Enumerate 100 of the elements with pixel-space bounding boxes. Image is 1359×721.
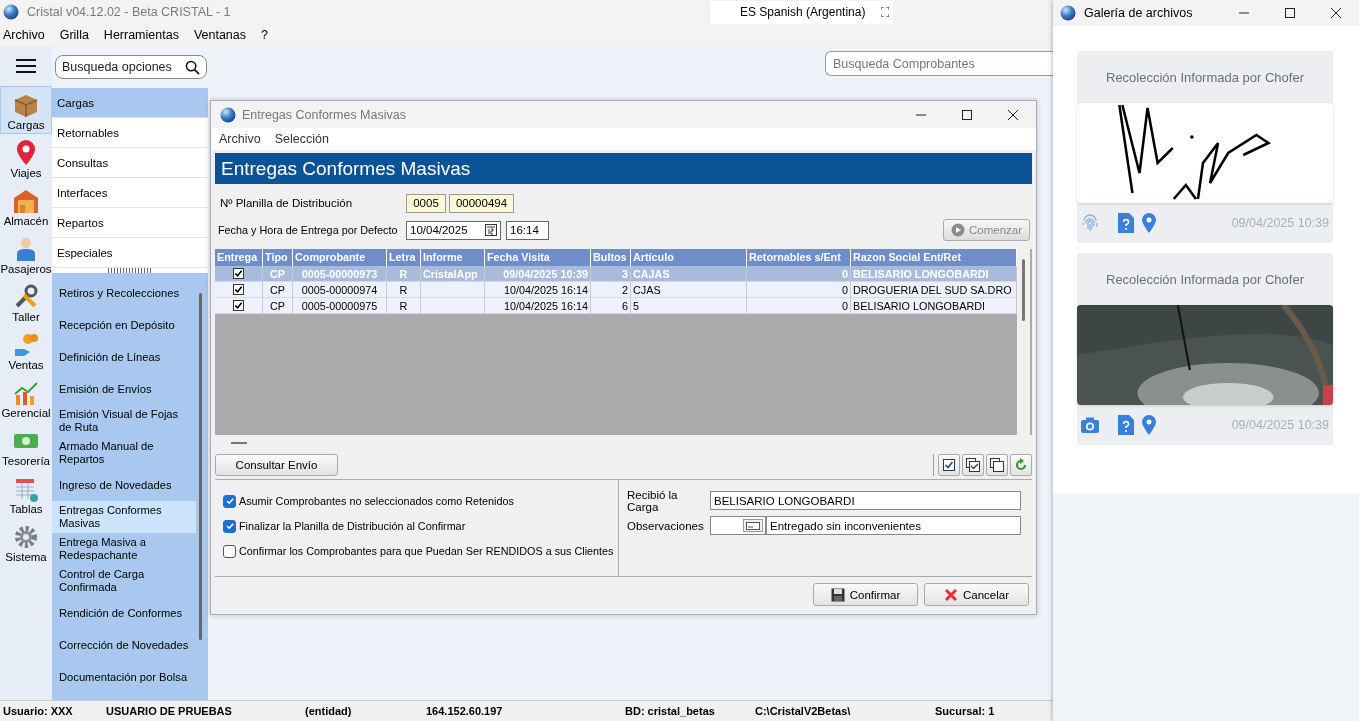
table-cell: 0 <box>842 283 848 296</box>
number-field[interactable]: 00000494 <box>449 193 514 213</box>
gallery-globe-icon <box>1060 5 1076 21</box>
table-cell: 3 <box>622 267 628 280</box>
language-indicator[interactable]: ES Spanish (Argentina) <box>710 0 893 24</box>
table-row[interactable]: CP 0005-00000975 R 10/04/2025 16:14 6 5 0 BELISARIO LONGOBARDI <box>215 298 1017 314</box>
submenu-item[interactable]: Corrección de Novedades <box>52 629 196 661</box>
module-button[interactable]: Cargas <box>0 86 52 134</box>
menu-item[interactable]: Archivo <box>219 132 261 146</box>
module-button[interactable]: Ventas <box>0 326 52 374</box>
date-field[interactable]: 10/04/2025 <box>406 220 501 240</box>
window-title: Cristal v04.12.02 - Beta CRISTAL - 1 <box>27 5 231 19</box>
module-button[interactable]: Gerencial <box>0 374 52 422</box>
submenu-item[interactable]: Control de Carga Confirmada <box>52 565 196 597</box>
submenu-item[interactable]: Entrega Masiva a Redespachante <box>52 533 196 565</box>
checkbox-option[interactable]: Confirmar los Comprobantes para que Puedan Ser RENDIDOS a sus Clientes <box>223 542 614 560</box>
lookup-field[interactable] <box>710 516 766 535</box>
table-cell: 0 <box>842 267 848 280</box>
checkbox[interactable] <box>223 544 236 558</box>
save-icon <box>830 587 845 602</box>
status-text: C:\CristalV2Betas\ <box>754 705 852 717</box>
module-button[interactable]: Tablas <box>0 470 52 518</box>
splitter-handle[interactable] <box>231 442 247 444</box>
coins-icon <box>12 331 40 359</box>
table-cell: 0005-00000973 <box>301 267 378 280</box>
table-cell: 2 <box>622 283 628 296</box>
menu-item[interactable]: Archivo <box>3 28 45 42</box>
menu-item[interactable]: Ventanas <box>193 28 247 42</box>
submenu-item[interactable]: Rendición de Conformes <box>52 597 196 629</box>
checkbox[interactable] <box>233 284 244 295</box>
submenu-item[interactable]: Documentación por Bolsa <box>52 661 196 693</box>
category-item[interactable]: Retornables <box>52 118 208 148</box>
menu-icon <box>16 59 36 73</box>
card-title: Recolección Informada por Chofer <box>1106 69 1304 85</box>
bar-chart-icon <box>12 379 40 407</box>
field-label: Nº Planilla de Distribución <box>219 197 354 209</box>
table-cell: 09/04/2025 10:39 <box>503 267 588 280</box>
submenu-item[interactable]: Emisión de Envíos <box>52 373 196 405</box>
submenu-item[interactable]: Armado Manual de Repartos <box>52 437 196 469</box>
status-text: BD: cristal_betas <box>624 705 716 717</box>
submenu-item[interactable]: Definición de Líneas <box>52 341 196 373</box>
menu-item[interactable]: ? <box>261 28 268 42</box>
file-question-icon[interactable] <box>1118 213 1134 233</box>
copy-button[interactable] <box>986 454 1008 476</box>
map-pin-icon[interactable] <box>1142 213 1156 233</box>
submenu-item[interactable]: Emisión Visual de Fojas de Ruta <box>52 405 196 437</box>
consult-button[interactable]: Consultar Envío <box>215 454 338 476</box>
module-button[interactable]: Sistema <box>0 518 52 566</box>
series-field[interactable]: 0005 <box>406 193 446 213</box>
file-question-icon[interactable] <box>1118 415 1134 435</box>
copy-icon <box>990 458 1004 472</box>
checkbox[interactable] <box>233 268 244 279</box>
submenu-item[interactable]: Entregas Conformes Masivas <box>52 501 196 533</box>
table-cell: 0 <box>842 299 848 312</box>
menu-item[interactable]: Herramientas <box>103 28 179 42</box>
category-item[interactable]: Especiales <box>52 238 208 268</box>
table-row[interactable]: CP 0005-00000974 R 10/04/2025 16:14 2 CJAS 0 DROGUERIA DEL SUD SA.DRO <box>215 282 1017 298</box>
check-button[interactable] <box>938 454 960 476</box>
category-item[interactable]: Consultas <box>52 148 208 178</box>
table-cell: CAJAS <box>633 267 670 280</box>
table-cell: BELISARIO LONGOBARDI <box>853 299 985 312</box>
checkbox-icon <box>942 458 956 472</box>
table-cell: BELISARIO LONGOBARDI <box>853 267 989 280</box>
checkbox[interactable] <box>233 300 244 311</box>
check-all-button[interactable] <box>962 454 984 476</box>
checkbox-option[interactable]: Asumir Comprobantes no seleccionados como Retenidos <box>223 492 514 510</box>
camera-icon[interactable] <box>1080 415 1100 435</box>
status-text: USUARIO DE PRUEBAS <box>105 705 233 717</box>
module-button[interactable]: Almacén <box>0 182 52 230</box>
submenu-item[interactable]: Recepción en Depósito <box>52 309 196 341</box>
table-cell: 0005-00000974 <box>301 283 378 296</box>
module-button[interactable]: Viajes <box>0 134 52 182</box>
checkbox[interactable] <box>223 494 236 508</box>
checkbox-option[interactable]: Finalizar la Planilla de Distribución al Confirmar <box>223 517 466 535</box>
time-field[interactable]: 16:14 <box>506 220 549 240</box>
observations-field[interactable]: Entregado sin inconvenientes <box>766 516 1021 535</box>
card-date: 09/04/2025 10:39 <box>1231 418 1329 432</box>
form-heading: Entregas Conformes Masivas <box>215 153 1032 184</box>
module-button[interactable]: Pasajeros <box>0 230 52 278</box>
submenu-item[interactable]: Retiros y Recolecciones <box>52 277 196 309</box>
category-item[interactable]: Cargas <box>52 88 208 118</box>
submenu-item[interactable]: Ingreso de Novedades <box>52 469 196 501</box>
category-item[interactable]: Repartos <box>52 208 208 238</box>
map-pin-icon[interactable] <box>1142 415 1156 435</box>
category-item[interactable]: Interfaces <box>52 178 208 208</box>
menu-item[interactable]: Selección <box>274 132 329 146</box>
receiver-field[interactable]: BELISARIO LONGOBARDI <box>710 491 1021 510</box>
warehouse-icon <box>12 187 40 215</box>
cancel-button[interactable]: Cancelar <box>924 583 1029 606</box>
checkbox[interactable] <box>223 519 236 533</box>
confirm-button[interactable]: Confirmar <box>813 583 918 606</box>
field-label: Recibió la Carga <box>627 488 679 513</box>
lookup-button[interactable] <box>743 519 763 532</box>
splitter-handle[interactable] <box>108 268 152 273</box>
module-button[interactable]: Tesorería <box>0 422 52 470</box>
module-button[interactable]: Taller <box>0 278 52 326</box>
scrollbar[interactable] <box>199 293 202 640</box>
search-field[interactable]: Busqueda opciones <box>55 55 207 79</box>
menu-item[interactable]: Grilla <box>59 28 89 42</box>
search-field[interactable]: Busqueda Comprobantes <box>825 51 1053 76</box>
